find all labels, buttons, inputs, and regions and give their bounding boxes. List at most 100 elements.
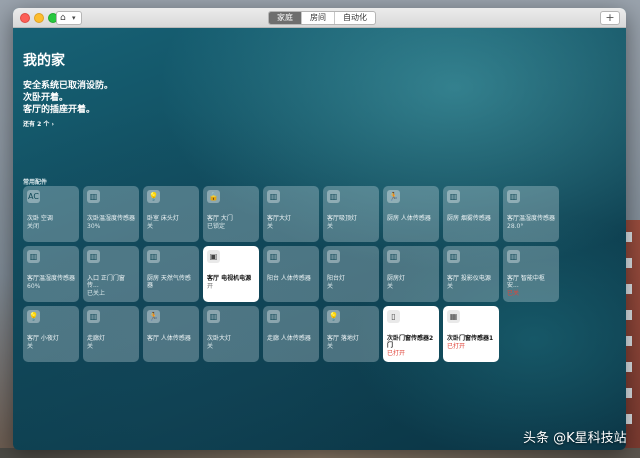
accessory-icon: 💡 bbox=[327, 310, 340, 323]
section-title-favorites: 常用配件 bbox=[23, 179, 48, 186]
accessory-name: 客厅 落地灯 bbox=[327, 335, 359, 342]
accessory-icon: 💡 bbox=[27, 310, 40, 323]
accessory-status: 关 bbox=[327, 343, 334, 350]
status-line: 客厅的插座开着。 bbox=[23, 105, 96, 115]
accessory-name: 厨房 天然气传感器 bbox=[147, 275, 191, 289]
accessory-tile[interactable]: ▦ 次卧门窗传感器1 已打开 bbox=[443, 306, 499, 362]
accessory-name: 客厅 大门 bbox=[207, 215, 233, 222]
accessory-status: 已锁定 bbox=[207, 223, 226, 230]
accessory-status: 关 bbox=[447, 283, 454, 290]
accessory-icon: ▥ bbox=[327, 190, 340, 203]
accessory-tile[interactable]: ▥ 次卧温湿度传感器 30% bbox=[83, 186, 139, 242]
accessory-tile[interactable]: 🏃 客厅 人体传感器 bbox=[143, 306, 199, 362]
accessory-tile[interactable]: ▥ 客厅 智能中枢安... 已关 bbox=[503, 246, 559, 302]
accessory-name: 次卧门窗传感器2门 bbox=[387, 335, 434, 349]
accessory-tile[interactable]: ▥ 走廊灯关 bbox=[83, 306, 139, 362]
accessory-icon: ▥ bbox=[507, 250, 520, 263]
accessory-name: 次卧 空调 bbox=[27, 215, 53, 222]
accessory-status: 开 bbox=[207, 283, 214, 290]
accessory-icon: ▥ bbox=[267, 310, 280, 323]
accessory-status: 关闭 bbox=[27, 223, 40, 230]
accessory-tile[interactable]: ▥ 客厅 投影仪电源关 bbox=[443, 246, 499, 302]
accessory-tile[interactable]: ▥ 入口 正门门窗传... 已关上 bbox=[83, 246, 139, 302]
accessory-status: 30% bbox=[87, 223, 101, 230]
accessory-tile[interactable]: ▣ 客厅 电视机电源开 bbox=[203, 246, 259, 302]
close-window-button[interactable] bbox=[20, 13, 30, 23]
accessory-name: 客厅温湿度传感器 bbox=[507, 215, 556, 222]
status-line: 次卧开着。 bbox=[23, 93, 69, 103]
accessory-status: 已关上 bbox=[87, 290, 106, 297]
accessory-name: 客厅 小夜灯 bbox=[27, 335, 59, 342]
accessory-icon: ▥ bbox=[447, 250, 460, 263]
page-title: 我的家 bbox=[23, 53, 65, 69]
accessory-name: 卧室 床头灯 bbox=[147, 215, 179, 222]
accessory-icon: ▥ bbox=[87, 310, 100, 323]
status-summary: 安全系统已取消设防。 次卧开着。 客厅的插座开着。 bbox=[23, 80, 113, 116]
accessory-status: 关 bbox=[387, 283, 394, 290]
accessory-tile[interactable]: ▥ 次卧大灯关 bbox=[203, 306, 259, 362]
accessory-name: 阳台灯 bbox=[327, 275, 346, 282]
accessory-tile[interactable]: ▯ 次卧门窗传感器2门 已打开 bbox=[383, 306, 439, 362]
accessory-tile[interactable]: 🏃 厨房 人体传感器 bbox=[383, 186, 439, 242]
accessory-tile[interactable]: 💡 客厅 落地灯关 bbox=[323, 306, 379, 362]
accessory-tile[interactable]: ▥ 阳台灯关 bbox=[323, 246, 379, 302]
accessory-status: 已打开 bbox=[447, 343, 466, 350]
accessory-icon: ▥ bbox=[387, 250, 400, 263]
accessory-icon: 🔒 bbox=[207, 190, 220, 203]
accessory-icon: ▥ bbox=[267, 250, 280, 263]
accessory-tile[interactable]: ▥ 阳台 人体传感器 bbox=[263, 246, 319, 302]
accessory-icon: ▥ bbox=[267, 190, 280, 203]
more-status-link[interactable]: 还有 2 个 › bbox=[23, 119, 54, 128]
accessory-icon: ▣ bbox=[207, 250, 220, 263]
accessory-icon: ▥ bbox=[147, 250, 160, 263]
accessory-name: 客厅 智能中枢安... bbox=[507, 275, 545, 289]
accessory-status: 关 bbox=[27, 343, 34, 350]
accessory-icon: 💡 bbox=[147, 190, 160, 203]
tab-rooms[interactable]: 房间 bbox=[301, 12, 334, 24]
minimize-window-button[interactable] bbox=[34, 13, 44, 23]
accessory-tile[interactable]: ▥ 厨房 烟雾传感器 bbox=[443, 186, 499, 242]
accessory-status: 关 bbox=[327, 283, 334, 290]
accessory-tile[interactable]: 💡 客厅 小夜灯关 bbox=[23, 306, 79, 362]
accessory-name: 厨房灯 bbox=[387, 275, 406, 282]
accessory-name: 客厅 投影仪电源 bbox=[447, 275, 491, 282]
accessory-icon: ▦ bbox=[447, 310, 460, 323]
accessory-status: 关 bbox=[87, 343, 94, 350]
accessory-status: 关 bbox=[147, 223, 154, 230]
accessory-status: 关 bbox=[207, 343, 214, 350]
home-selector-button[interactable]: ⌂ ▾ bbox=[56, 11, 82, 25]
accessory-icon: 🏃 bbox=[147, 310, 160, 323]
accessory-tile[interactable]: 🔒 客厅 大门 已锁定 bbox=[203, 186, 259, 242]
tab-automation[interactable]: 自动化 bbox=[334, 12, 375, 24]
accessory-tile[interactable]: ▥ 客厅温湿度传感器 60% bbox=[23, 246, 79, 302]
accessory-tile[interactable]: ▥ 走廊 人体传感器 bbox=[263, 306, 319, 362]
accessory-name: 入口 正门门窗传... bbox=[87, 275, 125, 289]
house-icon: ⌂ bbox=[60, 13, 66, 23]
accessory-tile[interactable]: 💡 卧室 床头灯关 bbox=[143, 186, 199, 242]
accessory-tile[interactable]: ▥ 厨房 天然气传感器 bbox=[143, 246, 199, 302]
accessory-status: 已打开 bbox=[387, 350, 406, 357]
accessory-name: 客厅吸顶灯 bbox=[327, 215, 358, 222]
status-line: 安全系统已取消设防。 bbox=[23, 81, 114, 91]
accessory-name: 客厅 电视机电源 bbox=[207, 275, 252, 282]
accessory-name: 次卧门窗传感器1 bbox=[447, 335, 494, 342]
accessory-icon: ▥ bbox=[27, 250, 40, 263]
add-button[interactable]: + bbox=[600, 11, 620, 25]
accessory-icon: ▥ bbox=[447, 190, 460, 203]
accessory-name: 厨房 烟雾传感器 bbox=[447, 215, 491, 222]
accessory-status: 28.0° bbox=[507, 223, 524, 230]
accessory-icon: AC bbox=[27, 190, 40, 203]
tab-home[interactable]: 家庭 bbox=[269, 12, 301, 24]
accessory-icon: ▥ bbox=[507, 190, 520, 203]
accessory-tile[interactable]: ▥ 厨房灯关 bbox=[383, 246, 439, 302]
accessory-status: 已关 bbox=[507, 290, 520, 297]
accessory-tile[interactable]: AC 次卧 空调 关闭 bbox=[23, 186, 79, 242]
accessory-tile[interactable]: ▥ 客厅温湿度传感器 28.0° bbox=[503, 186, 559, 242]
accessory-name: 客厅温湿度传感器 bbox=[27, 275, 76, 282]
accessory-tile[interactable]: ▥ 客厅大灯关 bbox=[263, 186, 319, 242]
title-bar: ⌂ ▾ 家庭 房间 自动化 + bbox=[13, 8, 626, 28]
accessory-icon: 🏃 bbox=[387, 190, 400, 203]
accessory-name: 客厅大灯 bbox=[267, 215, 292, 222]
accessory-tile[interactable]: ▥ 客厅吸顶灯关 bbox=[323, 186, 379, 242]
accessory-status: 关 bbox=[267, 223, 274, 230]
